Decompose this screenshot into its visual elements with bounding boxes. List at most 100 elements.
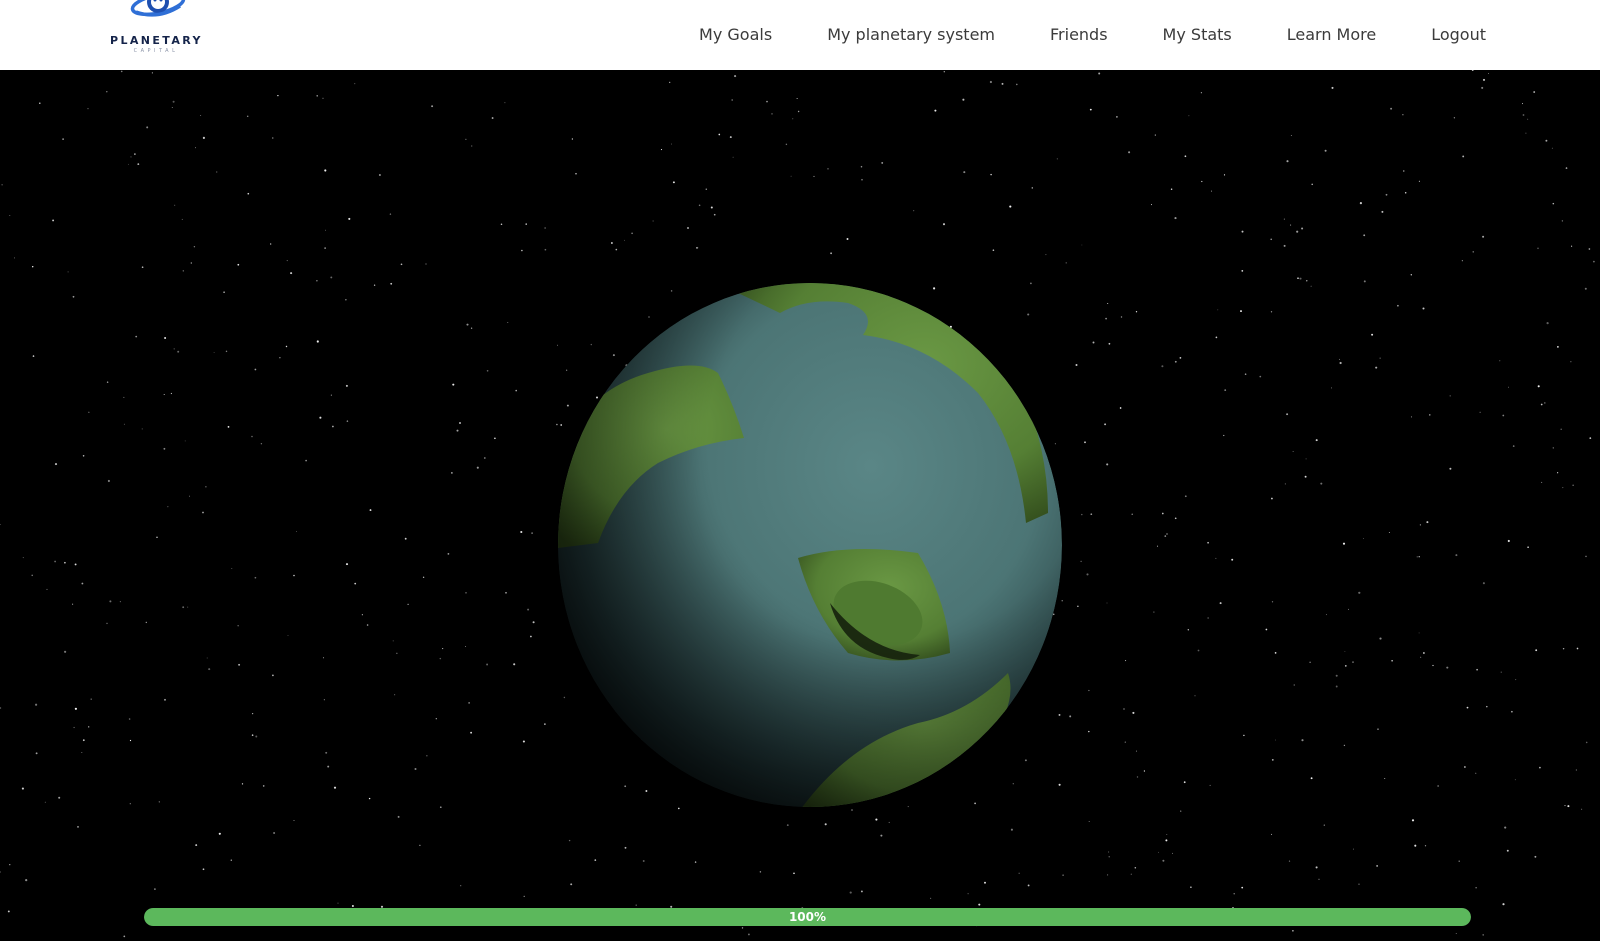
star [373,284,376,286]
star [1286,413,1289,416]
star [151,72,153,74]
star [1136,776,1139,778]
star [1009,205,1012,208]
star [1088,689,1090,692]
star [127,163,129,165]
star [187,606,189,608]
star [1217,309,1219,311]
star [929,897,932,900]
star [425,263,427,265]
star [1482,934,1485,936]
star [491,117,494,119]
star [465,138,467,140]
star [1105,317,1107,320]
star [544,227,546,229]
star [333,786,337,789]
planet-viewport[interactable] [0,70,1600,941]
star [544,723,546,725]
star [1309,661,1311,664]
star [1565,167,1568,169]
star [330,276,333,279]
star [888,821,890,824]
star [1240,310,1242,313]
star [1500,671,1502,673]
star [1560,428,1562,430]
star [1016,83,1018,86]
nav-my-goals[interactable]: My Goals [699,25,772,44]
star [1165,839,1168,842]
star [1207,617,1209,619]
star [1472,251,1474,253]
planet-3d-model[interactable] [548,273,1068,813]
star [1432,664,1434,667]
star [1458,860,1460,862]
star [1323,824,1325,826]
star [1166,533,1168,535]
star [669,81,671,84]
star [465,591,467,594]
star [989,80,992,84]
star [1301,227,1304,230]
star [354,582,357,585]
star [1561,220,1564,222]
star [494,437,496,440]
star [332,425,334,428]
star [1306,280,1308,282]
star [525,223,527,225]
nav-my-stats[interactable]: My Stats [1163,25,1232,44]
star [163,393,165,396]
star [325,751,328,754]
star [1088,820,1090,823]
star [392,640,394,642]
nav-learn-more[interactable]: Learn More [1287,25,1376,44]
star [1211,190,1213,192]
star [1404,192,1407,194]
star [696,247,698,249]
star [1576,647,1579,650]
star [193,245,196,248]
star [323,699,325,701]
star [624,846,627,849]
star [1418,180,1420,182]
star [227,426,230,428]
star [1390,107,1393,110]
star [532,621,535,624]
star [1274,652,1277,654]
star [172,100,175,103]
star [422,576,425,578]
star [286,260,288,262]
nav-friends[interactable]: Friends [1050,25,1108,44]
star [0,524,1,525]
star [615,248,618,251]
star [1190,886,1192,888]
star [1482,78,1486,81]
star [345,384,348,387]
star [1363,280,1366,283]
star [337,902,339,904]
star [1371,333,1374,336]
star [237,625,239,627]
star [247,192,250,195]
star [1201,180,1203,183]
brand-logo[interactable]: PLANETARY CAPITAL [110,0,202,60]
star [327,765,330,768]
star [1535,649,1538,652]
nav-my-planetary-system[interactable]: My planetary system [827,25,995,44]
star [135,335,138,338]
star [106,381,109,383]
star [72,295,75,298]
star [1081,244,1083,246]
star [527,608,530,611]
progress-percentage-label: 100% [788,910,827,924]
star [1511,710,1513,713]
star [1363,234,1366,237]
star [205,486,207,488]
star [984,881,986,884]
star [1304,475,1307,478]
nav-logout[interactable]: Logout [1431,25,1486,44]
star [184,440,186,442]
star [1215,557,1217,559]
star [88,726,90,728]
star [1184,495,1187,498]
star [1562,647,1565,650]
